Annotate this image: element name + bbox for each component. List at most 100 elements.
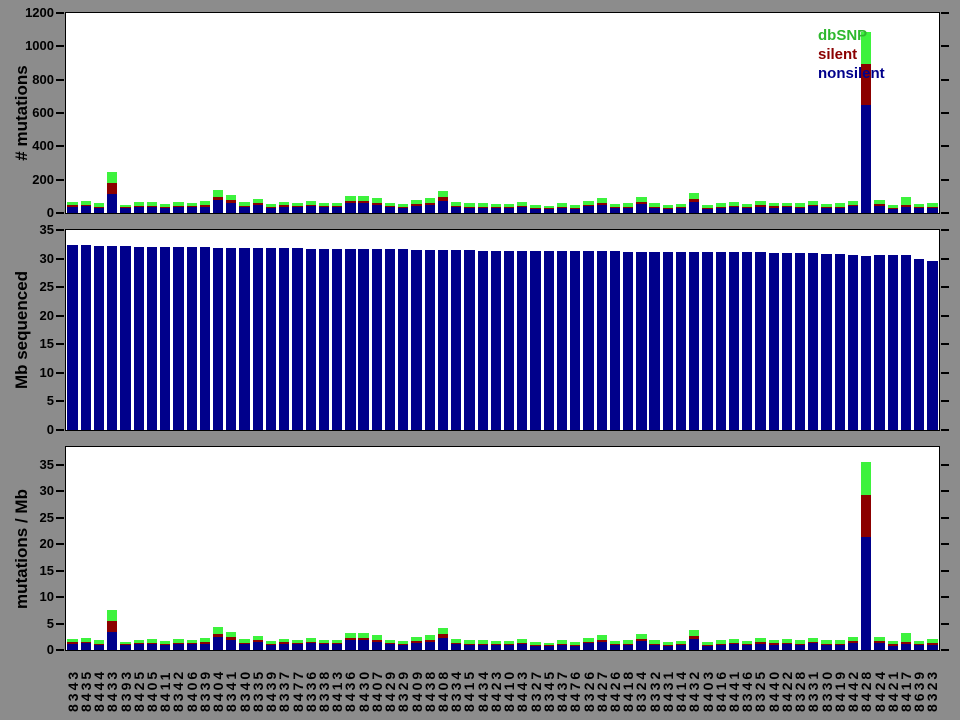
y-tick — [941, 343, 949, 345]
bar-segment-nonsilent-8413 — [332, 207, 342, 213]
bar-segment-silent-8437 — [557, 207, 567, 208]
y-tick — [941, 212, 949, 214]
y-tick-label: 10 — [2, 589, 54, 605]
bar-segment-dbSNP-8476 — [570, 642, 580, 645]
bar-segment-silent-8415 — [464, 207, 474, 208]
bar-segment-silent-8410 — [504, 644, 514, 645]
bar-segment-dbSNP-8418 — [623, 640, 633, 643]
bar-segment-silent-8425 — [134, 643, 144, 644]
y-tick — [941, 517, 949, 519]
bar-segment-silent-8419 — [835, 644, 845, 645]
bar-segment-dbSNP-8477 — [292, 640, 302, 643]
bar-segment-dbSNP-8408 — [438, 628, 448, 634]
bar-segment-nonsilent-8337 — [279, 644, 289, 650]
bar-segment-dbSNP-8413 — [332, 640, 342, 643]
y-tick — [56, 464, 64, 466]
bar-segment-nonsilent-8339 — [200, 644, 210, 650]
bar-segment-dbSNP-8433 — [107, 610, 117, 621]
bar-segment-nonsilent-8421 — [888, 209, 898, 213]
bar-segment-nonsilent-8425 — [134, 644, 144, 650]
bar-segment-Mb sequenced-8324 — [636, 252, 646, 430]
bar-segment-Mb sequenced-8414 — [676, 252, 686, 430]
bar-segment-nonsilent-8342 — [173, 644, 183, 650]
bar-segment-dbSNP-8336 — [306, 638, 316, 642]
bar-segment-dbSNP-8405 — [147, 202, 157, 206]
bar-segment-silent-8426 — [610, 207, 620, 208]
bar-segment-nonsilent-8413 — [332, 644, 342, 650]
bar-segment-nonsilent-8339 — [200, 207, 210, 213]
bar-segment-silent-8339 — [200, 205, 210, 206]
bar-segment-silent-8423 — [491, 644, 501, 645]
bar-segment-nonsilent-8444 — [94, 208, 104, 213]
bar-segment-nonsilent-8328 — [795, 208, 805, 213]
bar-segment-nonsilent-8441 — [729, 644, 739, 650]
bar-segment-nonsilent-8411 — [160, 645, 170, 650]
bar-segment-dbSNP-8444 — [94, 640, 104, 644]
bar-segment-nonsilent-8415 — [464, 645, 474, 650]
y-tick — [941, 112, 949, 114]
bar-segment-silent-8341 — [226, 200, 236, 203]
bar-segment-silent-8424 — [874, 641, 884, 643]
y-tick — [56, 400, 64, 402]
y-tick-label: 15 — [2, 563, 54, 579]
bar-segment-dbSNP-8346 — [742, 204, 752, 207]
bar-segment-nonsilent-8439 — [266, 645, 276, 650]
bar-segment-nonsilent-8336 — [306, 206, 316, 213]
bar-segment-Mb sequenced-8329 — [398, 249, 408, 430]
bar-segment-dbSNP-8421 — [888, 205, 898, 208]
bar-segment-dbSNP-8335 — [253, 636, 263, 640]
bar-segment-silent-8409 — [411, 641, 421, 643]
y-tick — [941, 400, 949, 402]
y-tick — [941, 79, 949, 81]
bar-segment-nonsilent-8425 — [134, 207, 144, 213]
bar-segment-silent-8413 — [332, 206, 342, 207]
bar-segment-dbSNP-8323 — [927, 203, 937, 207]
y-tick-label: 35 — [2, 222, 54, 238]
y-tick — [941, 429, 949, 431]
bar-segment-dbSNP-8441 — [729, 639, 739, 643]
bar-segment-silent-8444 — [94, 207, 104, 208]
bar-segment-dbSNP-8339 — [200, 201, 210, 205]
bar-segment-dbSNP-8411 — [160, 204, 170, 207]
bar-segment-nonsilent-8343 — [67, 207, 77, 213]
bar-segment-nonsilent-8427 — [597, 642, 607, 650]
bar-segment-Mb sequenced-8405 — [147, 247, 157, 430]
bar-segment-dbSNP-8443 — [517, 639, 527, 643]
bar-segment-nonsilent-8417 — [901, 207, 911, 213]
y-tick-label: 20 — [2, 536, 54, 552]
panel-mb-sequenced: 05101520253035 — [65, 229, 940, 431]
bar-segment-Mb sequenced-8423 — [491, 251, 501, 430]
y-tick — [56, 229, 64, 231]
bar-segment-dbSNP-8434 — [478, 203, 488, 206]
y-tick-label: 200 — [2, 172, 54, 188]
bar-segment-dbSNP-8329 — [398, 641, 408, 644]
bar-segment-silent-8407 — [372, 640, 382, 642]
bar-segment-dbSNP-8331 — [808, 201, 818, 205]
bar-segment-dbSNP-8426 — [610, 641, 620, 644]
bar-segment-silent-8324 — [636, 639, 646, 641]
bar-segment-nonsilent-8341 — [226, 640, 236, 650]
bar-segment-Mb sequenced-8325 — [755, 252, 765, 430]
panel-num-mutations: 020040060080010001200 — [65, 12, 940, 214]
bar-segment-dbSNP-8332 — [649, 640, 659, 643]
bar-segment-nonsilent-8443 — [517, 644, 527, 650]
bar-segment-Mb sequenced-8476 — [570, 251, 580, 430]
bar-segment-nonsilent-8434 — [478, 208, 488, 213]
bar-segment-silent-8417 — [901, 642, 911, 644]
bar-segment-dbSNP-8340 — [239, 202, 249, 206]
bar-segment-nonsilent-8346 — [742, 208, 752, 213]
bar-segment-silent-8335 — [253, 203, 263, 205]
bar-segment-nonsilent-8415 — [464, 208, 474, 213]
y-tick-label: 5 — [2, 393, 54, 409]
bar-segment-dbSNP-8411 — [160, 641, 170, 644]
bar-segment-silent-8432 — [689, 636, 699, 639]
y-tick — [941, 229, 949, 231]
bar-segment-dbSNP-8423 — [491, 641, 501, 644]
bar-segment-nonsilent-8427 — [597, 205, 607, 213]
bar-segment-dbSNP-8476 — [570, 205, 580, 208]
legend-item-nonsilent: nonsilent — [818, 64, 885, 83]
bar-segment-silent-8436 — [345, 201, 355, 203]
bar-segment-silent-8439 — [266, 644, 276, 645]
bar-segment-silent-8324 — [636, 202, 646, 204]
bar-segment-nonsilent-8407 — [372, 642, 382, 650]
